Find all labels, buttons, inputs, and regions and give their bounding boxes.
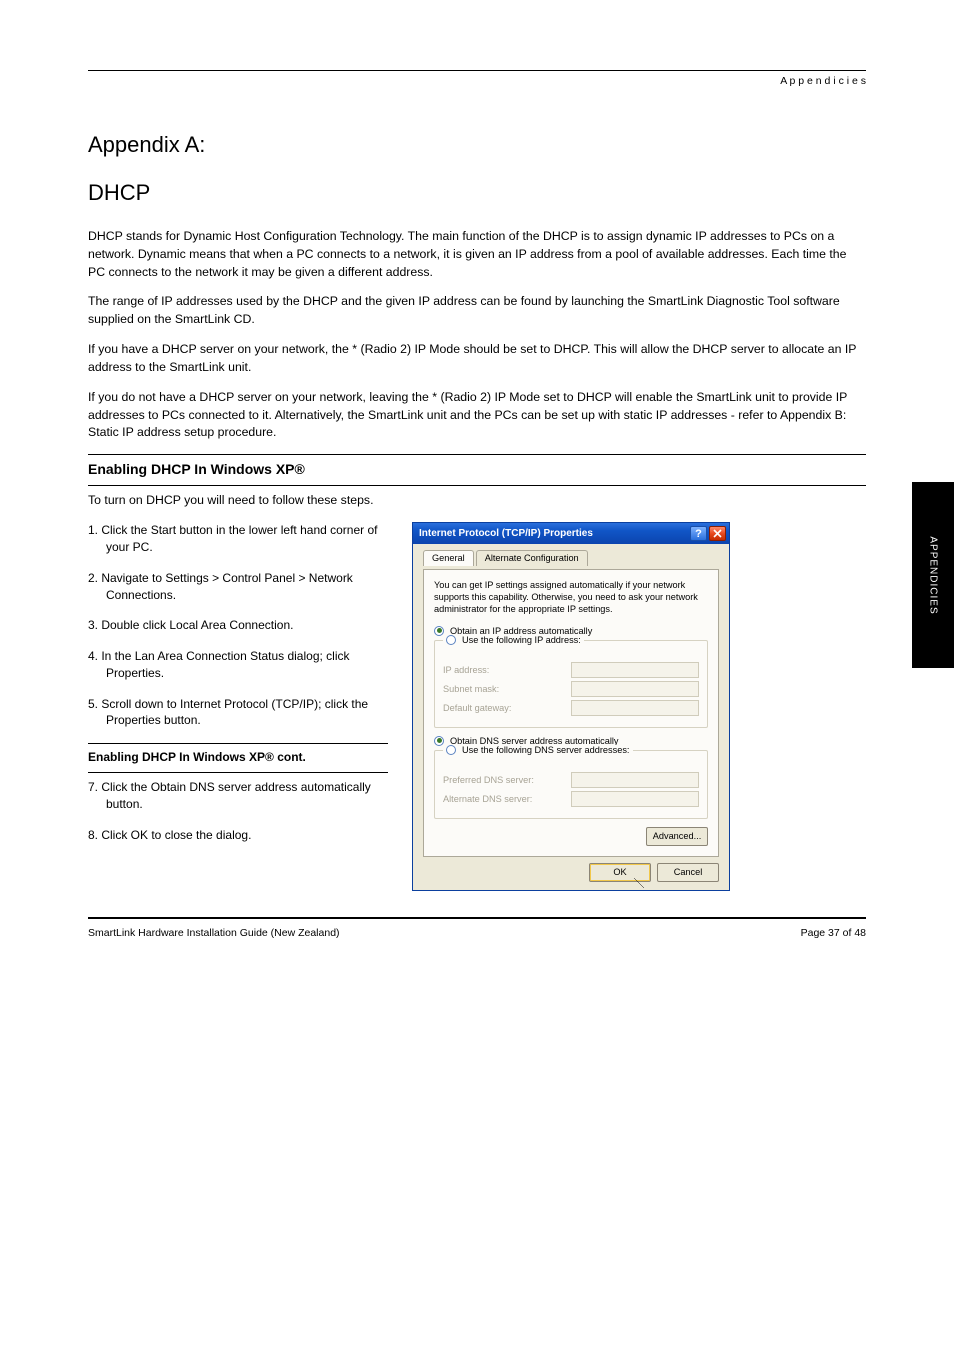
radio-icon[interactable] [446, 635, 456, 645]
dialog-title: Internet Protocol (TCP/IP) Properties [419, 528, 593, 539]
header-right: A p p e n d i c i e s [88, 75, 866, 87]
input-preferred-dns[interactable] [571, 772, 699, 788]
tcpip-properties-dialog: Internet Protocol (TCP/IP) Properties ? … [412, 522, 730, 891]
appendix-title: Appendix A: [88, 132, 866, 158]
fieldset-static-ip: Use the following IP address: IP address… [434, 640, 708, 728]
header-right-text: A p p e n d i c i e s [780, 75, 866, 87]
fieldset-static-dns: Use the following DNS server addresses: … [434, 750, 708, 819]
tab-general[interactable]: General [423, 550, 474, 566]
label-subnet-mask: Subnet mask: [443, 684, 499, 694]
thin-rule-2 [88, 772, 388, 773]
paragraph-2: The range of IP addresses used by the DH… [88, 293, 866, 329]
step-5: 5. Scroll down to Internet Protocol (TCP… [88, 696, 388, 730]
dialog-titlebar[interactable]: Internet Protocol (TCP/IP) Properties ? [413, 523, 729, 544]
tab-panel-general: You can get IP settings assigned automat… [423, 569, 719, 857]
step-4: 4. In the Lan Area Connection Status dia… [88, 648, 388, 682]
label-alternate-dns: Alternate DNS server: [443, 794, 532, 804]
winxp-intro: To turn on DHCP you will need to follow … [88, 492, 866, 510]
advanced-button[interactable]: Advanced... [646, 827, 708, 846]
top-rule [88, 70, 866, 71]
paragraph-1: DHCP stands for Dynamic Host Configurati… [88, 228, 866, 281]
footer-right: Page 37 of 48 [801, 927, 866, 939]
input-default-gateway[interactable] [571, 700, 699, 716]
input-ip-address[interactable] [571, 662, 699, 678]
appendix-subtitle: DHCP [88, 180, 866, 206]
input-subnet-mask[interactable] [571, 681, 699, 697]
step-7: 7. Click the Obtain DNS server address a… [88, 779, 388, 813]
label-default-gateway: Default gateway: [443, 703, 511, 713]
label-ip-address: IP address: [443, 665, 489, 675]
paragraph-3: If you have a DHCP server on your networ… [88, 341, 866, 377]
footer-rule [88, 917, 866, 919]
step-8: 8. Click OK to close the dialog. [88, 827, 388, 844]
paragraph-4: If you do not have a DHCP server on your… [88, 389, 866, 442]
close-icon[interactable] [709, 526, 726, 541]
dialog-description: You can get IP settings assigned automat… [434, 580, 708, 616]
radio-use-dns-label[interactable]: Use the following DNS server addresses: [462, 745, 630, 755]
step-3: 3. Double click Local Area Connection. [88, 617, 388, 634]
winxp-subhead-2: Enabling DHCP In Windows XP® cont. [88, 750, 388, 764]
radio-use-ip-label[interactable]: Use the following IP address: [462, 635, 581, 645]
winxp-heading: Enabling DHCP In Windows XP® [88, 461, 866, 477]
radio-icon[interactable] [446, 745, 456, 755]
footer-left: SmartLink Hardware Installation Guide (N… [88, 927, 340, 939]
step-2: 2. Navigate to Settings > Control Panel … [88, 570, 388, 604]
section-rule-2 [88, 485, 866, 486]
cancel-button[interactable]: Cancel [657, 863, 719, 882]
input-alternate-dns[interactable] [571, 791, 699, 807]
label-preferred-dns: Preferred DNS server: [443, 775, 534, 785]
help-icon[interactable]: ? [690, 526, 707, 541]
thin-rule-1 [88, 743, 388, 744]
step-1: 1. Click the Start button in the lower l… [88, 522, 388, 556]
ok-button[interactable]: OK [589, 863, 651, 882]
section-rule-1 [88, 454, 866, 455]
ok-button-label: OK [613, 867, 626, 877]
tab-alternate-configuration[interactable]: Alternate Configuration [476, 550, 588, 566]
